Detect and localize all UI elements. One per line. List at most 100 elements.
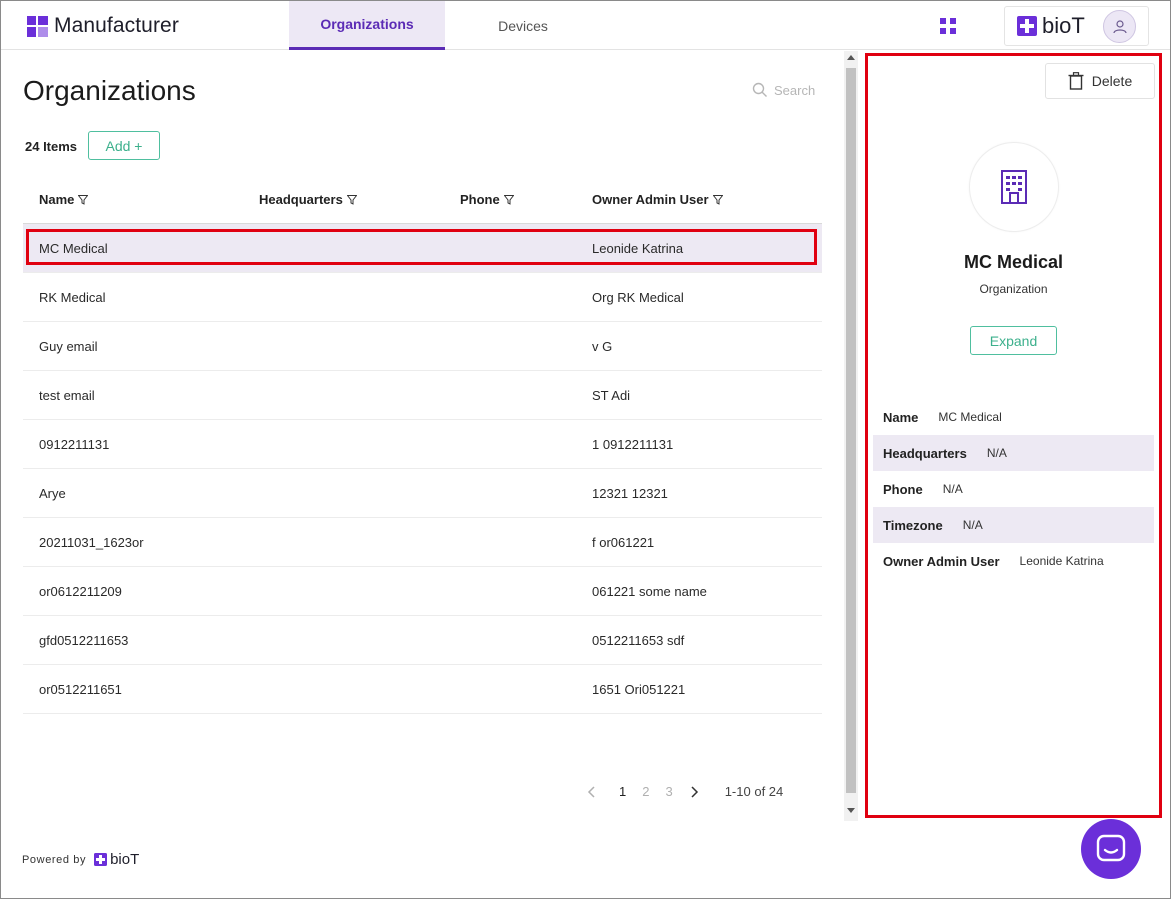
scroll-up-arrow-icon[interactable] [847,55,855,60]
organizations-list: Organizations Search 24 Items Add + Name… [1,51,843,821]
detail-owner-admin-user: Owner Admin User Leonide Katrina [873,543,1154,579]
cell-owner: 0512211653 sdf [592,633,685,648]
table-row[interactable]: or0612211209 061221 some name [23,567,822,616]
column-headquarters[interactable]: Headquarters [259,192,357,207]
organization-details-panel: Delete MC Medical Organization Expand Na… [865,53,1162,818]
delete-button[interactable]: Delete [1045,63,1155,99]
column-headquarters-label: Headquarters [259,192,343,207]
column-owner-admin-user[interactable]: Owner Admin User [592,192,723,207]
expand-button[interactable]: Expand [970,326,1057,355]
page-title: Organizations [23,75,196,106]
tab-devices[interactable]: Devices [445,1,601,50]
detail-key: Timezone [883,517,943,533]
cell-name: test email [39,388,95,403]
building-icon [1001,170,1027,204]
table-row[interactable]: Guy email v G [23,322,822,371]
column-owner-label: Owner Admin User [592,192,709,207]
tab-organizations[interactable]: Organizations [289,1,445,50]
cell-name: 0912211131 [39,437,110,452]
user-icon [1112,19,1127,33]
column-phone[interactable]: Phone [460,192,514,207]
cell-name: or0612211209 [39,584,122,599]
cell-name: MC Medical [39,241,108,256]
search-icon [752,82,767,97]
detail-phone: Phone N/A [873,471,1154,507]
organization-name: MC Medical [963,252,1064,272]
cell-owner: 12321 12321 [592,486,668,501]
top-bar: Manufacturer Organizations Devices bioT [1,1,1170,50]
biot-logo-icon [94,853,108,866]
chevron-left-icon[interactable] [587,785,597,798]
app-title: Manufacturer [54,14,179,37]
detail-value: Leonide Katrina [1019,554,1104,568]
app-brand[interactable]: Manufacturer [27,14,179,38]
chevron-right-icon[interactable] [689,785,699,798]
table-row[interactable]: test email ST Adi [23,371,822,420]
cell-name: Arye [39,486,66,501]
detail-timezone: Timezone N/A [873,507,1154,543]
cell-owner: 1651 Ori051221 [592,682,686,697]
item-count: 24 Items [25,139,78,154]
brand-name: bioT [1042,13,1085,38]
cell-owner: 1 0912211131 [592,437,674,452]
table-row[interactable]: gfd0512211653 0512211653 sdf [23,616,822,665]
biot-logo-icon [1017,16,1037,36]
filter-icon[interactable] [712,194,723,205]
table-row[interactable]: Arye 12321 12321 [23,469,822,518]
table-row[interactable]: RK Medical Org RK Medical [23,273,822,322]
detail-headquarters: Headquarters N/A [873,435,1154,471]
page-1[interactable]: 1 [619,784,626,799]
table-row[interactable]: MC Medical Leonide Katrina [23,224,822,273]
scrollbar-thumb[interactable] [846,68,856,793]
detail-key: Phone [883,481,923,497]
avatar[interactable] [1103,10,1136,43]
table-row[interactable]: or0512211651 1651 Ori051221 [23,665,822,714]
filter-icon[interactable] [78,194,89,205]
add-button[interactable]: Add + [88,131,160,160]
filter-icon[interactable] [503,194,514,205]
cell-owner: v G [592,339,613,354]
organization-type: Organization [979,282,1048,296]
scrollbar[interactable] [844,51,858,821]
filter-icon[interactable] [346,194,357,205]
search-input[interactable]: Search [752,82,815,98]
account-menu[interactable]: bioT [1004,6,1149,46]
detail-key: Name [883,409,919,425]
cell-name: gfd0512211653 [39,633,129,648]
cell-owner: ST Adi [592,388,631,403]
scroll-down-arrow-icon[interactable] [847,808,855,813]
search-placeholder: Search [774,82,816,98]
pagination: 1 2 3 1-10 of 24 [587,784,783,799]
cell-name: or0512211651 [39,682,122,697]
chat-icon [1096,834,1126,862]
detail-key: Headquarters [883,445,967,461]
cell-name: 20211031_1623or [39,535,144,550]
chat-button[interactable] [1081,819,1141,879]
trash-icon [1068,72,1084,90]
table-row[interactable]: 0912211131 1 0912211131 [23,420,822,469]
apps-grid-icon[interactable] [940,18,956,34]
cell-owner: Leonide Katrina [592,241,684,256]
column-name-label: Name [39,192,75,207]
detail-value: N/A [942,482,963,496]
column-name[interactable]: Name [39,192,89,207]
detail-key: Owner Admin User [883,553,1000,569]
column-phone-label: Phone [460,192,500,207]
detail-value: N/A [986,446,1007,460]
table-row[interactable]: 20211031_1623or f or061221 [23,518,822,567]
cell-owner: f or061221 [592,535,655,550]
pagination-range: 1-10 of 24 [724,784,784,799]
cell-owner: Org RK Medical [592,290,684,305]
footer: Powered by bioT [22,851,139,868]
main-tabs: Organizations Devices [289,1,601,50]
footer-brand: bioT [110,851,140,868]
detail-name: Name MC Medical [873,399,1154,435]
powered-by-label: Powered by [22,853,87,866]
cell-name: Guy email [39,339,98,354]
page-3[interactable]: 3 [665,784,672,799]
manufacturer-logo-icon [27,15,48,37]
page-2[interactable]: 2 [642,784,649,799]
cell-owner: 061221 some name [592,584,707,599]
table-header: Name Headquarters Phone Owner Admin User [23,177,822,224]
detail-value: N/A [962,518,983,532]
